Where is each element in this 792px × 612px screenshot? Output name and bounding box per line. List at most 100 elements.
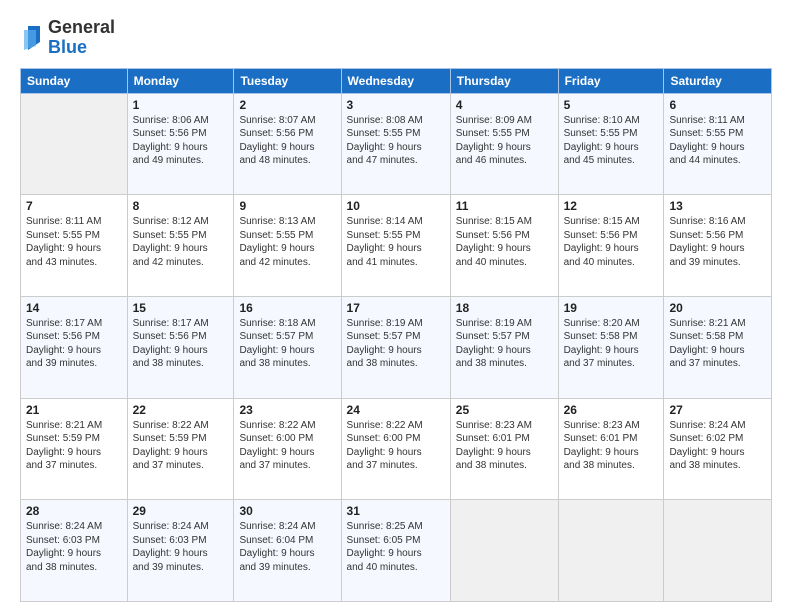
day-info: Sunrise: 8:22 AM Sunset: 6:00 PM Dayligh… [239,419,335,473]
logo: General Blue [20,18,115,58]
day-number: 7 [26,199,122,213]
calendar-day-cell: 10 Sunrise: 8:14 AM Sunset: 5:55 PM Dayli… [341,195,450,297]
day-info: Sunrise: 8:06 AM Sunset: 5:56 PM Dayligh… [133,114,229,168]
day-info: Sunrise: 8:08 AM Sunset: 5:55 PM Dayligh… [347,114,445,168]
header-monday: Monday [127,68,234,93]
day-number: 9 [239,199,335,213]
calendar-day-cell: 9Sunrise: 8:13 AM Sunset: 5:55 PM Daylig… [234,195,341,297]
calendar-day-cell [21,93,128,195]
logo-general-text: General [48,17,115,37]
calendar-day-cell: 8Sunrise: 8:12 AM Sunset: 5:55 PM Daylig… [127,195,234,297]
day-info: Sunrise: 8:14 AM Sunset: 5:55 PM Dayligh… [347,215,445,269]
calendar: Sunday Monday Tuesday Wednesday Thursday… [20,68,772,602]
day-number: 4 [456,98,553,112]
calendar-day-cell [558,500,664,602]
calendar-day-cell: 31 Sunrise: 8:25 AM Sunset: 6:05 PM Dayli… [341,500,450,602]
day-info: Sunrise: 8:17 AM Sunset: 5:56 PM Dayligh… [133,317,229,371]
calendar-day-cell: 27 Sunrise: 8:24 AM Sunset: 6:02 PM Dayli… [664,398,772,500]
day-info: Sunrise: 8:19 AM Sunset: 5:57 PM Dayligh… [456,317,553,371]
day-info: Sunrise: 8:18 AM Sunset: 5:57 PM Dayligh… [239,317,335,371]
calendar-day-cell: 19 Sunrise: 8:20 AM Sunset: 5:58 PM Dayli… [558,296,664,398]
day-number: 17 [347,301,445,315]
day-number: 13 [669,199,766,213]
calendar-week-row: 1 Sunrise: 8:06 AM Sunset: 5:56 PM Daylig… [21,93,772,195]
day-number: 6 [669,98,766,112]
day-number: 5 [564,98,659,112]
day-info: Sunrise: 8:10 AM Sunset: 5:55 PM Dayligh… [564,114,659,168]
calendar-day-cell: 7 Sunrise: 8:11 AM Sunset: 5:55 PM Daylig… [21,195,128,297]
calendar-week-row: 7 Sunrise: 8:11 AM Sunset: 5:55 PM Daylig… [21,195,772,297]
day-number: 12 [564,199,659,213]
calendar-day-cell [450,500,558,602]
day-number: 16 [239,301,335,315]
header-sunday: Sunday [21,68,128,93]
calendar-day-cell: 5 Sunrise: 8:10 AM Sunset: 5:55 PM Daylig… [558,93,664,195]
calendar-day-cell: 6 Sunrise: 8:11 AM Sunset: 5:55 PM Daylig… [664,93,772,195]
day-number: 21 [26,403,122,417]
day-info: Sunrise: 8:16 AM Sunset: 5:56 PM Dayligh… [669,215,766,269]
day-info: Sunrise: 8:20 AM Sunset: 5:58 PM Dayligh… [564,317,659,371]
day-number: 3 [347,98,445,112]
day-info: Sunrise: 8:11 AM Sunset: 5:55 PM Dayligh… [26,215,122,269]
calendar-day-cell: 3 Sunrise: 8:08 AM Sunset: 5:55 PM Daylig… [341,93,450,195]
day-info: Sunrise: 8:23 AM Sunset: 6:01 PM Dayligh… [456,419,553,473]
calendar-day-cell: 29 Sunrise: 8:24 AM Sunset: 6:03 PM Dayli… [127,500,234,602]
header: General Blue [20,18,772,58]
calendar-day-cell: 2Sunrise: 8:07 AM Sunset: 5:56 PM Daylig… [234,93,341,195]
day-info: Sunrise: 8:17 AM Sunset: 5:56 PM Dayligh… [26,317,122,371]
day-number: 25 [456,403,553,417]
day-number: 11 [456,199,553,213]
calendar-day-cell: 4 Sunrise: 8:09 AM Sunset: 5:55 PM Daylig… [450,93,558,195]
calendar-day-cell: 20 Sunrise: 8:21 AM Sunset: 5:58 PM Dayli… [664,296,772,398]
calendar-day-cell: 21 Sunrise: 8:21 AM Sunset: 5:59 PM Dayli… [21,398,128,500]
calendar-day-cell: 12 Sunrise: 8:15 AM Sunset: 5:56 PM Dayli… [558,195,664,297]
day-number: 26 [564,403,659,417]
day-info: Sunrise: 8:15 AM Sunset: 5:56 PM Dayligh… [456,215,553,269]
day-number: 10 [347,199,445,213]
day-number: 23 [239,403,335,417]
day-info: Sunrise: 8:22 AM Sunset: 6:00 PM Dayligh… [347,419,445,473]
calendar-day-cell: 18 Sunrise: 8:19 AM Sunset: 5:57 PM Dayli… [450,296,558,398]
day-number: 1 [133,98,229,112]
calendar-day-cell: 14 Sunrise: 8:17 AM Sunset: 5:56 PM Dayli… [21,296,128,398]
calendar-day-cell: 15 Sunrise: 8:17 AM Sunset: 5:56 PM Dayli… [127,296,234,398]
calendar-day-cell: 26Sunrise: 8:23 AM Sunset: 6:01 PM Dayli… [558,398,664,500]
calendar-day-cell: 23 Sunrise: 8:22 AM Sunset: 6:00 PM Dayli… [234,398,341,500]
calendar-day-cell: 11 Sunrise: 8:15 AM Sunset: 5:56 PM Dayli… [450,195,558,297]
day-info: Sunrise: 8:12 AM Sunset: 5:55 PM Dayligh… [133,215,229,269]
calendar-day-cell: 28Sunrise: 8:24 AM Sunset: 6:03 PM Dayli… [21,500,128,602]
calendar-day-cell: 30 Sunrise: 8:24 AM Sunset: 6:04 PM Dayli… [234,500,341,602]
day-info: Sunrise: 8:09 AM Sunset: 5:55 PM Dayligh… [456,114,553,168]
day-info: Sunrise: 8:19 AM Sunset: 5:57 PM Dayligh… [347,317,445,371]
calendar-day-cell: 13 Sunrise: 8:16 AM Sunset: 5:56 PM Dayli… [664,195,772,297]
day-info: Sunrise: 8:11 AM Sunset: 5:55 PM Dayligh… [669,114,766,168]
day-number: 15 [133,301,229,315]
day-number: 14 [26,301,122,315]
day-number: 30 [239,504,335,518]
day-info: Sunrise: 8:21 AM Sunset: 5:59 PM Dayligh… [26,419,122,473]
day-info: Sunrise: 8:21 AM Sunset: 5:58 PM Dayligh… [669,317,766,371]
page: General Blue Sunday Monday Tuesday Wedne… [0,0,792,612]
day-number: 19 [564,301,659,315]
weekday-header-row: Sunday Monday Tuesday Wednesday Thursday… [21,68,772,93]
calendar-week-row: 14 Sunrise: 8:17 AM Sunset: 5:56 PM Dayli… [21,296,772,398]
day-info: Sunrise: 8:15 AM Sunset: 5:56 PM Dayligh… [564,215,659,269]
calendar-day-cell [664,500,772,602]
logo-icon [20,24,44,52]
header-thursday: Thursday [450,68,558,93]
header-tuesday: Tuesday [234,68,341,93]
day-info: Sunrise: 8:25 AM Sunset: 6:05 PM Dayligh… [347,520,445,574]
header-saturday: Saturday [664,68,772,93]
day-number: 28 [26,504,122,518]
day-info: Sunrise: 8:24 AM Sunset: 6:04 PM Dayligh… [239,520,335,574]
day-number: 2 [239,98,335,112]
calendar-day-cell: 16 Sunrise: 8:18 AM Sunset: 5:57 PM Dayli… [234,296,341,398]
day-number: 20 [669,301,766,315]
day-info: Sunrise: 8:24 AM Sunset: 6:03 PM Dayligh… [133,520,229,574]
day-number: 27 [669,403,766,417]
day-number: 31 [347,504,445,518]
day-number: 29 [133,504,229,518]
calendar-day-cell: 1 Sunrise: 8:06 AM Sunset: 5:56 PM Daylig… [127,93,234,195]
day-info: Sunrise: 8:24 AM Sunset: 6:02 PM Dayligh… [669,419,766,473]
day-number: 18 [456,301,553,315]
